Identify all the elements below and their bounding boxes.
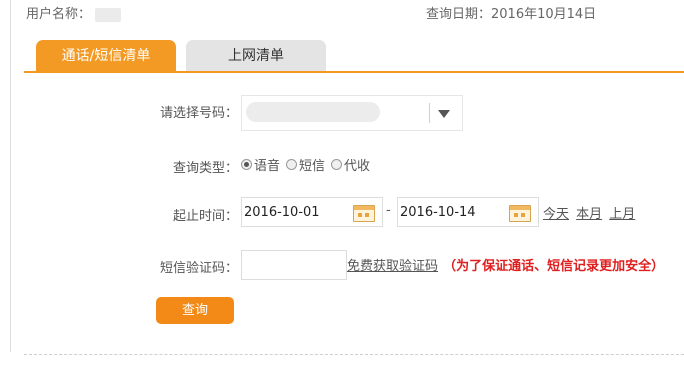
user-name-label: 用户名称：	[26, 7, 92, 22]
date-separator: -	[386, 203, 391, 218]
radio-voice-label: 语音	[254, 159, 281, 174]
radio-collection[interactable]: 代收	[331, 155, 370, 174]
radio-collection-circle[interactable]	[331, 159, 343, 170]
radio-voice[interactable]: 语音	[241, 155, 280, 174]
bottom-divider	[24, 354, 684, 355]
link-today[interactable]: 今天	[543, 207, 569, 222]
query-button[interactable]: 查询	[156, 297, 234, 324]
start-date-field[interactable]: 2016-10-01	[241, 197, 383, 227]
security-warning: （为了保证通话、短信记录更加安全）	[443, 259, 665, 274]
link-this-month[interactable]: 本月	[576, 207, 602, 222]
phone-number-masked	[246, 102, 380, 122]
select-divider	[429, 103, 430, 123]
quick-date-links: 今天 本月 上月	[543, 203, 635, 222]
sms-code-input[interactable]	[241, 250, 347, 280]
radio-voice-circle[interactable]	[241, 159, 252, 170]
user-name-value-masked	[95, 7, 122, 22]
end-date-value: 2016-10-14	[400, 205, 476, 220]
radio-collection-label: 代收	[344, 159, 371, 174]
link-last-month[interactable]: 上月	[609, 207, 635, 222]
query-type-label: 查询类型：	[172, 161, 238, 176]
calendar-icon[interactable]	[353, 205, 375, 222]
radio-sms[interactable]: 短信	[286, 155, 325, 174]
tab-internet-list[interactable]: 上网清单	[186, 40, 326, 72]
radio-sms-label: 短信	[299, 159, 326, 174]
tab-call-sms-list[interactable]: 通话/短信清单	[36, 40, 176, 72]
radio-sms-circle[interactable]	[286, 159, 298, 170]
phone-number-select[interactable]	[241, 95, 463, 131]
query-date-label: 查询日期：	[426, 7, 492, 22]
period-label: 起止时间：	[172, 209, 238, 224]
tab-underline	[24, 71, 684, 73]
sms-code-label: 短信验证码：	[159, 261, 238, 276]
sms-code-links: 免费获取验证码 （为了保证通话、短信记录更加安全）	[347, 255, 664, 274]
query-date-info: 查询日期：2016年10月14日	[426, 3, 596, 22]
query-type-radios: 语音 短信 代收	[241, 155, 376, 174]
number-label: 请选择号码：	[159, 106, 238, 121]
user-name-info: 用户名称：	[26, 3, 122, 22]
left-border	[10, 0, 11, 352]
start-date-value: 2016-10-01	[244, 205, 320, 220]
calendar-icon[interactable]	[509, 205, 531, 222]
end-date-field[interactable]: 2016-10-14	[397, 197, 539, 227]
chevron-down-icon[interactable]	[438, 110, 450, 118]
get-code-link[interactable]: 免费获取验证码	[347, 259, 438, 274]
query-date-value: 2016年10月14日	[491, 7, 597, 22]
